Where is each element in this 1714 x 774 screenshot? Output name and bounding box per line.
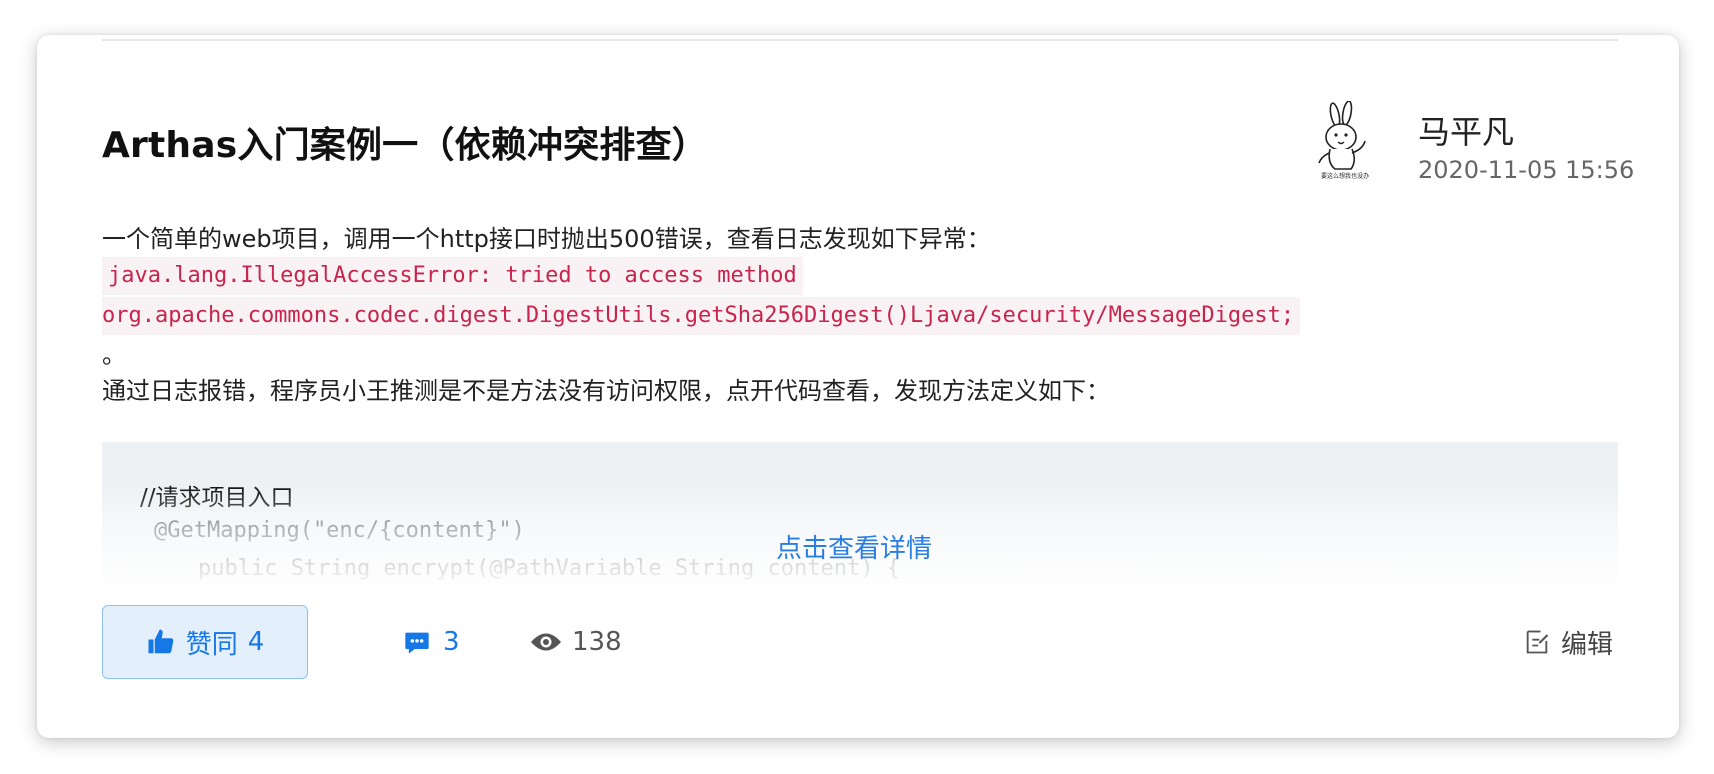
body-paragraph-1: 一个简单的web项目，调用一个http接口时抛出500错误，查看日志发现如下异常… [102, 225, 991, 253]
author-info: 要这么想我也没办 马平凡 2020-11-05 15:56 [1305, 101, 1634, 211]
edit-label: 编辑 [1561, 629, 1614, 660]
view-stat: 138 [530, 619, 622, 665]
comment-button[interactable]: 3 [403, 619, 460, 665]
post-timestamp: 2020-11-05 15:56 [1418, 156, 1635, 184]
view-count: 138 [572, 627, 622, 657]
see-details-link[interactable]: 点击查看详情 [776, 528, 932, 565]
author-name[interactable]: 马平凡 [1418, 107, 1514, 153]
thumbs-up-icon [148, 629, 174, 654]
comment-icon [405, 632, 429, 654]
body-period: 。 [102, 341, 126, 369]
top-divider [102, 39, 1618, 41]
comment-count: 3 [443, 627, 460, 657]
avatar[interactable]: 要这么想我也没办 [1305, 101, 1385, 181]
code-preview: //请求项目入口 @GetMapping("enc/{content}") pu… [102, 442, 1618, 587]
code-line-comment: //请求项目入口 [140, 485, 294, 511]
edit-button[interactable]: 编辑 [1523, 619, 1613, 665]
like-count: 4 [247, 627, 265, 657]
like-label: 赞同 [185, 629, 238, 660]
post-title[interactable]: Arthas入门案例一（依赖冲突排查） [102, 116, 708, 168]
post-card: Arthas入门案例一（依赖冲突排查） 要这么想我也没办 马平凡 2020-11… [37, 35, 1679, 738]
body-paragraph-2: 通过日志报错，程序员小王推测是不是方法没有访问权限，点开代码查看，发现方法定义如… [102, 377, 1110, 405]
eye-icon [531, 633, 561, 651]
avatar-caption: 要这么想我也没办 [1321, 172, 1369, 180]
like-button[interactable]: 赞同 4 [102, 605, 308, 679]
edit-icon [1526, 630, 1549, 654]
exception-code-line-1: java.lang.IllegalAccessError: tried to a… [102, 257, 803, 295]
post-body: 一个简单的web项目，调用一个http接口时抛出500错误，查看日志发现如下异常… [102, 221, 1618, 409]
exception-code-line-2: org.apache.commons.codec.digest.DigestUt… [102, 297, 1301, 335]
code-line-annotation: @GetMapping("enc/{content}") [154, 518, 525, 543]
